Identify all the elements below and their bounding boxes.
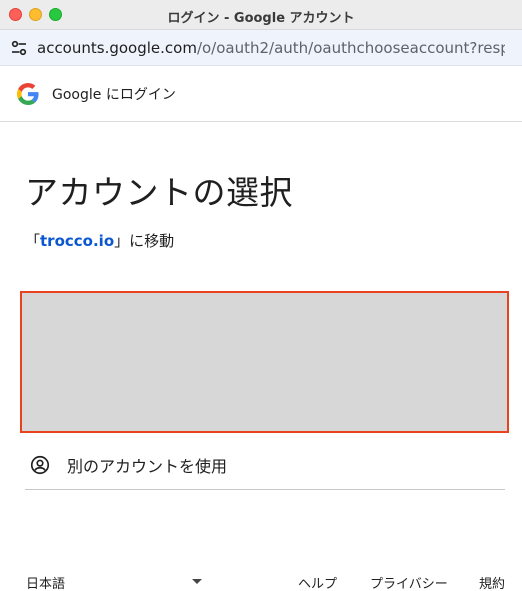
url-path: /o/oauth2/auth/oauthchooseaccount?respo.… [196, 38, 505, 57]
terms-link[interactable]: 規約 [479, 573, 505, 591]
app-name-link[interactable]: trocco.io [40, 232, 114, 250]
title-bar: ログイン - Google アカウント [0, 0, 522, 30]
url-host: accounts.google.com [37, 38, 197, 57]
window-title: ログイン - Google アカウント [167, 11, 355, 26]
use-another-account-label: 別のアカウントを使用 [67, 457, 228, 476]
footer: 日本語 ヘルプ プライバシー 規約 [0, 570, 522, 591]
url-text[interactable]: accounts.google.com/o/oauth2/auth/oauthc… [35, 39, 505, 57]
account-list-redacted[interactable] [20, 291, 509, 433]
account-circle-icon [29, 454, 51, 476]
site-settings-icon[interactable] [3, 30, 35, 66]
language-selector[interactable]: 日本語 [26, 573, 65, 591]
google-g-logo-icon [17, 82, 39, 105]
subtitle-prefix: 「 [25, 232, 41, 250]
subtitle-suffix: 」に移動 [114, 232, 175, 250]
address-bar[interactable]: accounts.google.com/o/oauth2/auth/oauthc… [0, 30, 522, 66]
chevron-down-icon[interactable] [192, 579, 202, 584]
page-title: アカウントの選択 [25, 173, 293, 212]
browser-window: ログイン - Google アカウント accounts.google.com/… [0, 0, 522, 591]
continue-to-subtitle: 「trocco.io」に移動 [25, 230, 174, 251]
help-link[interactable]: ヘルプ [298, 573, 337, 591]
divider [25, 489, 505, 490]
google-signin-header: Google にログイン [0, 66, 522, 122]
google-signin-label: Google にログイン [52, 86, 176, 103]
privacy-link[interactable]: プライバシー [370, 573, 448, 591]
use-another-account-button[interactable]: 別のアカウントを使用 [25, 442, 505, 488]
